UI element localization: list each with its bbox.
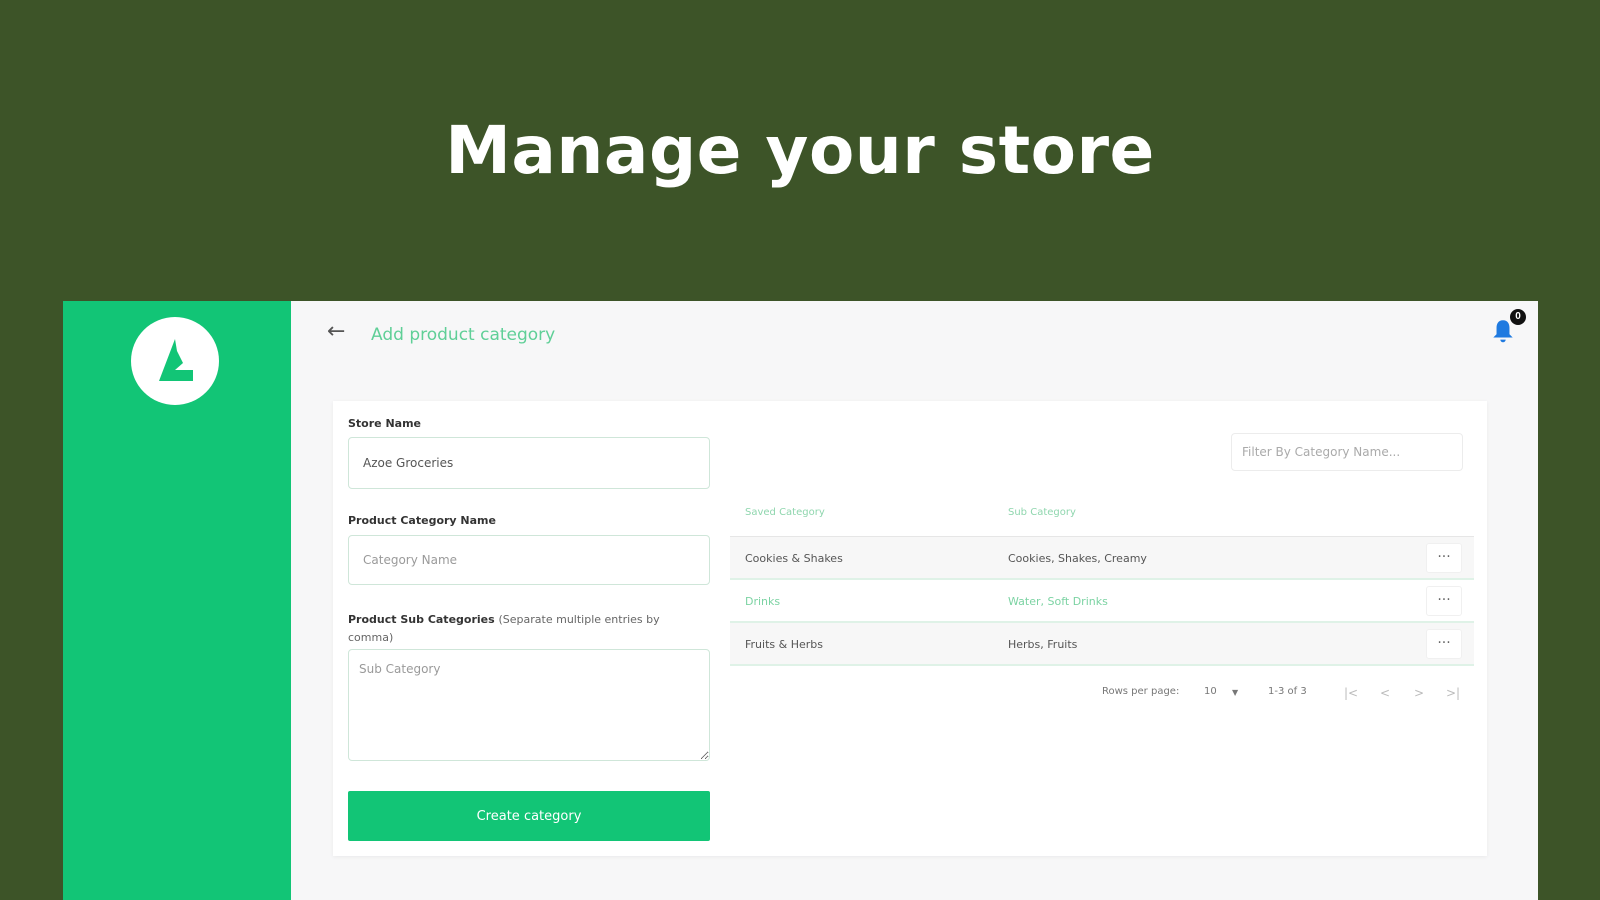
more-actions-button[interactable]: ··· bbox=[1426, 543, 1462, 573]
rows-per-page-select[interactable]: 10 bbox=[1204, 686, 1217, 697]
last-page-icon[interactable]: >| bbox=[1446, 686, 1460, 700]
category-name-field[interactable] bbox=[348, 535, 710, 585]
row-sub-category: Cookies, Shakes, Creamy bbox=[1008, 552, 1147, 565]
more-actions-button[interactable]: ··· bbox=[1426, 629, 1462, 659]
column-header-saved-category[interactable]: Saved Category bbox=[745, 507, 825, 518]
row-sub-category: Water, Soft Drinks bbox=[1008, 595, 1108, 608]
category-card: Store Name Product Category Name Product… bbox=[333, 401, 1487, 856]
sub-categories-label: Product Sub Categories (Separate multipl… bbox=[348, 611, 688, 647]
sub-categories-label-text: Product Sub Categories bbox=[348, 613, 495, 626]
store-name-field[interactable] bbox=[348, 437, 710, 489]
column-header-sub-category[interactable]: Sub Category bbox=[1008, 507, 1076, 518]
store-name-label: Store Name bbox=[348, 417, 422, 430]
caret-down-icon[interactable]: ▼ bbox=[1232, 688, 1238, 697]
table-pagination: Rows per page: 10 ▼ 1-3 of 3 |< < > >| bbox=[730, 681, 1474, 705]
row-sub-category: Herbs, Fruits bbox=[1008, 638, 1078, 651]
next-page-icon[interactable]: > bbox=[1414, 686, 1424, 700]
category-name-label: Product Category Name bbox=[348, 514, 496, 527]
first-page-icon[interactable]: |< bbox=[1344, 686, 1358, 700]
row-category: Cookies & Shakes bbox=[745, 552, 843, 565]
previous-page-icon[interactable]: < bbox=[1380, 686, 1390, 700]
row-category: Fruits & Herbs bbox=[745, 638, 823, 651]
sub-categories-field[interactable] bbox=[348, 649, 710, 761]
arrow-left-icon[interactable]: ← bbox=[327, 319, 345, 344]
table-header: Saved Category Sub Category bbox=[730, 491, 1474, 537]
brand-logo[interactable] bbox=[131, 317, 219, 405]
table-row[interactable]: Drinks Water, Soft Drinks ··· bbox=[730, 580, 1474, 623]
row-category: Drinks bbox=[745, 595, 781, 608]
sidebar bbox=[63, 301, 291, 900]
rows-per-page-label: Rows per page: bbox=[1102, 686, 1180, 697]
page-headline: Manage your store bbox=[445, 112, 1155, 189]
app-window: ← Add product category 0 Store Name Prod… bbox=[63, 301, 1538, 900]
table-row[interactable]: Cookies & Shakes Cookies, Shakes, Creamy… bbox=[730, 537, 1474, 580]
table-row[interactable]: Fruits & Herbs Herbs, Fruits ··· bbox=[730, 623, 1474, 666]
notification-badge: 0 bbox=[1510, 309, 1526, 325]
more-actions-button[interactable]: ··· bbox=[1426, 586, 1462, 616]
brand-logo-icon bbox=[159, 339, 193, 381]
category-filter-input[interactable] bbox=[1231, 433, 1463, 471]
create-category-button[interactable]: Create category bbox=[348, 791, 710, 841]
main-content: ← Add product category 0 Store Name Prod… bbox=[291, 301, 1538, 900]
saved-categories-table: Saved Category Sub Category Cookies & Sh… bbox=[730, 491, 1474, 666]
pagination-range: 1-3 of 3 bbox=[1268, 686, 1307, 697]
page-title: Add product category bbox=[371, 325, 556, 345]
